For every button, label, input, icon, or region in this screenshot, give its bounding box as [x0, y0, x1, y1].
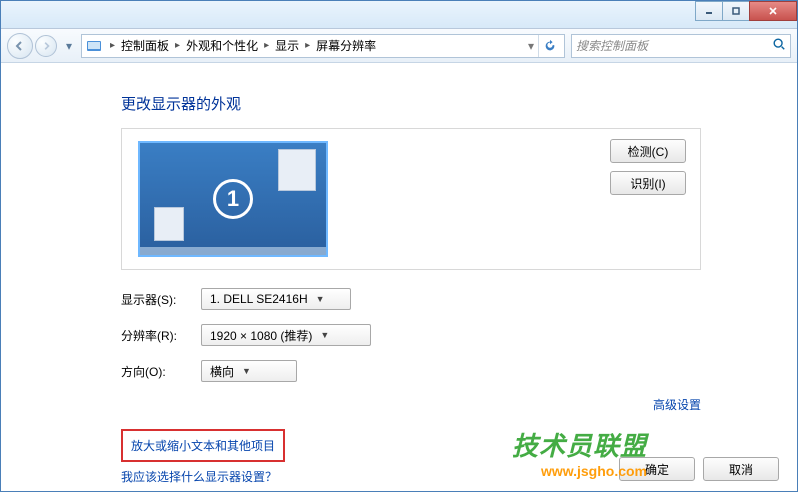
resolution-row: 分辨率(R): 1920 × 1080 (推荐) ▼ [121, 324, 701, 346]
breadcrumb-seg-0[interactable]: 控制面板 [119, 37, 171, 54]
display-row: 显示器(S): 1. DELL SE2416H ▼ [121, 288, 701, 310]
display-label: 显示器(S): [121, 291, 201, 308]
advanced-settings-link[interactable]: 高级设置 [121, 396, 701, 413]
window-icon [154, 207, 184, 241]
nav-history-dropdown[interactable]: ▾ [63, 39, 75, 53]
display-dropdown[interactable]: 1. DELL SE2416H ▼ [201, 288, 351, 310]
chevron-right-icon: ▸ [171, 40, 184, 51]
scale-text-link[interactable]: 放大或缩小文本和其他项目 [131, 439, 275, 453]
maximize-button[interactable] [722, 1, 750, 21]
arrow-left-icon [14, 40, 26, 52]
chevron-down-icon: ▼ [242, 366, 251, 376]
nav-back-button[interactable] [7, 33, 33, 59]
titlebar [1, 1, 797, 29]
window-icon [278, 149, 316, 191]
search-placeholder: 搜索控制面板 [576, 37, 772, 54]
chevron-right-icon: ▸ [301, 40, 314, 51]
orientation-label: 方向(O): [121, 363, 201, 380]
nav-forward-button[interactable] [35, 35, 57, 57]
display-preview-panel: 1 检测(C) 识别(I) [121, 128, 701, 270]
window: ▾ ▸ 控制面板 ▸ 外观和个性化 ▸ 显示 ▸ 屏幕分辨率 ▾ 搜索控制面板 [0, 0, 798, 492]
breadcrumb-seg-3[interactable]: 屏幕分辨率 [314, 37, 378, 54]
ok-button[interactable]: 确定 [619, 457, 695, 481]
footer-buttons: 确定 取消 [619, 457, 779, 481]
content: 更改显示器的外观 1 检测(C) 识别(I) [1, 63, 797, 491]
monitor-thumbnail[interactable]: 1 [138, 141, 328, 257]
chevron-right-icon: ▸ [106, 40, 119, 51]
refresh-icon [543, 39, 557, 53]
orientation-row: 方向(O): 横向 ▼ [121, 360, 701, 382]
minimize-icon [704, 6, 714, 16]
chevron-down-icon: ▼ [320, 330, 329, 340]
identify-button[interactable]: 识别(I) [610, 171, 686, 195]
highlight-box: 放大或缩小文本和其他项目 [121, 429, 285, 462]
navbar: ▾ ▸ 控制面板 ▸ 外观和个性化 ▸ 显示 ▸ 屏幕分辨率 ▾ 搜索控制面板 [1, 29, 797, 63]
detect-button[interactable]: 检测(C) [610, 139, 686, 163]
monitor-number: 1 [213, 179, 253, 219]
breadcrumb[interactable]: ▸ 控制面板 ▸ 外观和个性化 ▸ 显示 ▸ 屏幕分辨率 ▾ [81, 34, 565, 58]
refresh-button[interactable] [538, 35, 560, 57]
chevron-down-icon: ▼ [316, 294, 325, 304]
cancel-button[interactable]: 取消 [703, 457, 779, 481]
search-icon [772, 37, 786, 54]
close-icon [768, 6, 778, 16]
control-panel-icon [86, 38, 102, 54]
breadcrumb-seg-2[interactable]: 显示 [273, 37, 301, 54]
taskbar-icon [140, 247, 326, 255]
resolution-dropdown[interactable]: 1920 × 1080 (推荐) ▼ [201, 324, 371, 346]
chevron-right-icon: ▸ [260, 40, 273, 51]
breadcrumb-seg-1[interactable]: 外观和个性化 [184, 37, 260, 54]
which-settings-link[interactable]: 我应该选择什么显示器设置？ [121, 470, 277, 484]
orientation-dropdown[interactable]: 横向 ▼ [201, 360, 297, 382]
minimize-button[interactable] [695, 1, 723, 21]
close-button[interactable] [749, 1, 797, 21]
maximize-icon [731, 6, 741, 16]
search-input[interactable]: 搜索控制面板 [571, 34, 791, 58]
page-title: 更改显示器的外观 [121, 93, 701, 114]
resolution-label: 分辨率(R): [121, 327, 201, 344]
arrow-right-icon [41, 41, 51, 51]
breadcrumb-dropdown[interactable]: ▾ [528, 39, 534, 53]
